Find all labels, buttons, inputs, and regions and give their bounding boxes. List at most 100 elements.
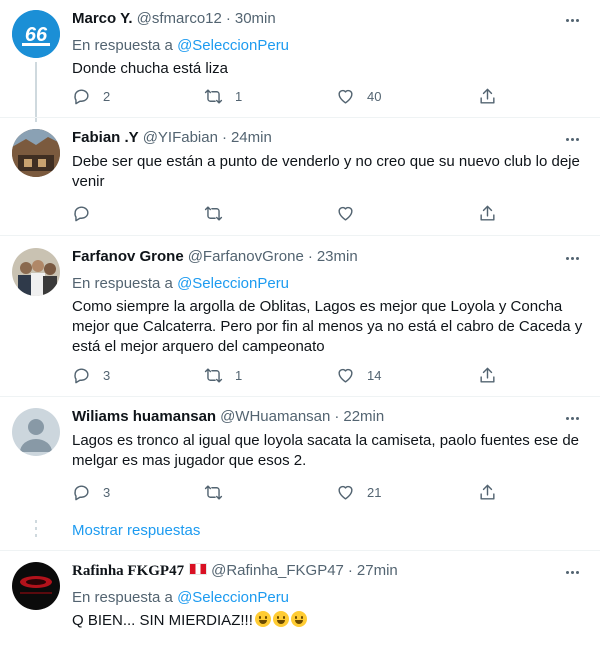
thread-dots: [35, 520, 37, 541]
svg-text:66: 66: [25, 24, 48, 46]
share-button[interactable]: [478, 203, 497, 223]
tweet-actions: [72, 203, 512, 223]
separator-dot: ·: [334, 408, 340, 425]
retweet-count: 1: [235, 88, 243, 104]
reply-context: En respuesta a @SeleccionPeru: [72, 36, 584, 56]
user-handle[interactable]: @YIFabian: [143, 129, 218, 146]
divider: [0, 117, 600, 118]
share-icon: [480, 484, 495, 500]
reply-context: En respuesta a @SeleccionPeru: [72, 588, 584, 608]
user-name[interactable]: Marco Y.: [72, 10, 133, 27]
share-button[interactable]: [478, 482, 497, 502]
reply-count: 2: [103, 88, 111, 104]
user-name[interactable]: Wiliams huamansan: [72, 408, 216, 425]
tweet-actions: 3 1 14: [72, 365, 512, 385]
timestamp[interactable]: 24min: [231, 129, 272, 146]
timestamp[interactable]: 22min: [343, 408, 384, 425]
tweet-text-line: Q BIEN... SIN MIERDIAZ!!!: [72, 611, 584, 631]
like-icon: [338, 368, 353, 383]
share-icon: [480, 205, 495, 221]
timestamp[interactable]: 23min: [317, 248, 358, 265]
retweet-icon: [204, 484, 223, 500]
like-count: 40: [367, 88, 382, 104]
user-handle[interactable]: @sfmarco12: [137, 10, 222, 27]
avatar[interactable]: [12, 408, 60, 456]
retweet-button[interactable]: 1: [204, 86, 242, 106]
avatar[interactable]: [12, 129, 60, 177]
mention-link[interactable]: @SeleccionPeru: [177, 37, 289, 54]
retweet-button[interactable]: [204, 482, 223, 502]
tweet[interactable]: Rafinha FKGP47 @Rafinha_FKGP47 · 27min E…: [72, 562, 584, 631]
peru-flag-icon: [189, 563, 208, 575]
user-handle[interactable]: @FarfanovGrone: [188, 248, 304, 265]
more-icon[interactable]: [562, 10, 582, 30]
retweet-count: 1: [235, 367, 243, 383]
like-icon: [338, 89, 353, 104]
user-name[interactable]: Farfanov Grone: [72, 248, 184, 265]
retweet-icon: [204, 205, 223, 221]
like-button[interactable]: 40: [336, 86, 381, 106]
reply-icon: [74, 88, 89, 104]
avatar[interactable]: [12, 248, 60, 296]
tweet[interactable]: Marco Y. @sfmarco12 · 30min En respuesta…: [72, 10, 584, 79]
tweet[interactable]: Farfanov Grone @FarfanovGrone · 23min En…: [72, 248, 584, 357]
more-icon[interactable]: [562, 129, 582, 149]
reply-icon: [74, 484, 89, 500]
tweet[interactable]: Wiliams huamansan @WHuamansan · 22min La…: [72, 408, 584, 471]
reply-button[interactable]: 3: [72, 482, 110, 502]
reply-button[interactable]: 2: [72, 86, 110, 106]
retweet-icon: [204, 88, 223, 104]
reply-prefix: En respuesta a: [72, 275, 173, 292]
tweet-actions: 2 1 40: [72, 86, 512, 106]
reply-button[interactable]: [72, 203, 91, 223]
divider: [0, 550, 600, 551]
reply-prefix: En respuesta a: [72, 37, 173, 54]
tweet-text: Como siempre la argolla de Oblitas, Lago…: [72, 298, 583, 355]
user-handle[interactable]: @WHuamansan: [220, 408, 330, 425]
share-button[interactable]: [478, 86, 497, 106]
thread-line: [35, 62, 37, 122]
user-handle[interactable]: @Rafinha_FKGP47: [211, 562, 344, 579]
user-name[interactable]: Rafinha FKGP47: [72, 563, 184, 580]
like-icon: [338, 485, 353, 500]
timestamp[interactable]: 30min: [235, 10, 276, 27]
grinning-face-icon: [290, 611, 307, 627]
grinning-face-icon: [272, 611, 289, 627]
mention-link[interactable]: @SeleccionPeru: [177, 589, 289, 606]
more-icon[interactable]: [562, 408, 582, 428]
separator-dot: ·: [347, 562, 353, 579]
divider: [0, 235, 600, 236]
more-icon[interactable]: [562, 562, 582, 582]
like-count: 21: [367, 484, 382, 500]
like-count: 14: [367, 367, 382, 383]
avatar[interactable]: [12, 562, 60, 610]
tweet-text: Q BIEN... SIN MIERDIAZ!!!: [72, 612, 253, 629]
mention-link[interactable]: @SeleccionPeru: [177, 275, 289, 292]
tweet[interactable]: Fabian .Y @YIFabian · 24min Debe ser que…: [72, 129, 584, 192]
reply-count: 3: [103, 367, 111, 383]
avatar[interactable]: 66: [12, 10, 60, 58]
retweet-button[interactable]: 1: [204, 365, 242, 385]
more-icon[interactable]: [562, 248, 582, 268]
reply-icon: [74, 205, 89, 221]
separator-dot: ·: [307, 248, 313, 265]
share-button[interactable]: [478, 365, 497, 385]
retweet-button[interactable]: [204, 203, 223, 223]
like-button[interactable]: 21: [336, 482, 381, 502]
reply-icon: [74, 367, 89, 383]
show-replies-link[interactable]: Mostrar respuestas: [72, 522, 200, 539]
like-icon: [338, 206, 353, 221]
timestamp[interactable]: 27min: [357, 562, 398, 579]
like-button[interactable]: [336, 203, 355, 223]
like-button[interactable]: 14: [336, 365, 381, 385]
separator-dot: ·: [221, 129, 227, 146]
divider: [0, 396, 600, 397]
separator-dot: ·: [225, 10, 231, 27]
grinning-face-icon: [254, 611, 271, 627]
retweet-icon: [204, 367, 223, 383]
user-name[interactable]: Fabian .Y: [72, 129, 139, 146]
share-icon: [480, 88, 495, 104]
share-icon: [480, 367, 495, 383]
reply-button[interactable]: 3: [72, 365, 110, 385]
reply-context: En respuesta a @SeleccionPeru: [72, 274, 584, 294]
